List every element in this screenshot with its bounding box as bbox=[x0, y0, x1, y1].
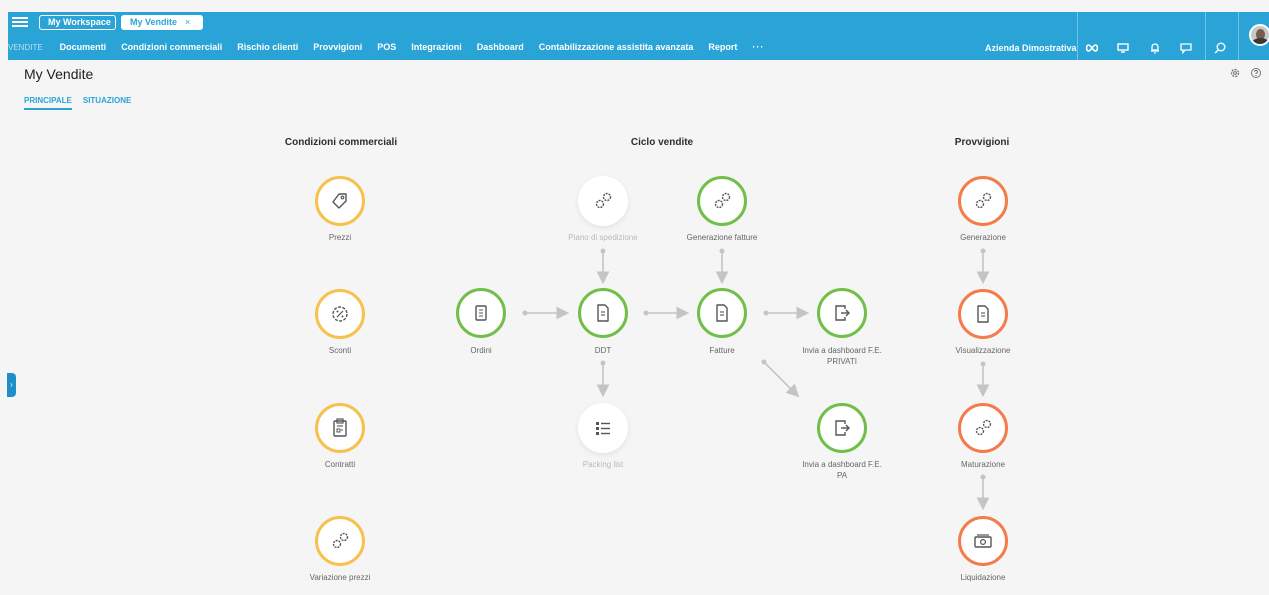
node-label-sconti: Sconti bbox=[328, 346, 352, 355]
gears-icon bbox=[714, 192, 731, 209]
node-packing-list[interactable] bbox=[578, 403, 628, 453]
document-icon bbox=[597, 304, 609, 322]
node-label-packing-list: Packing list bbox=[582, 460, 624, 469]
node-ddt[interactable] bbox=[578, 288, 628, 338]
node-label-line: PRIVATI bbox=[827, 357, 857, 366]
node-generazione-fatture[interactable] bbox=[697, 176, 747, 226]
export-icon bbox=[835, 305, 850, 321]
discount-badge-icon bbox=[332, 306, 348, 322]
receipt-icon bbox=[475, 305, 487, 321]
node-piano-spedizione[interactable] bbox=[578, 176, 628, 226]
clipboard-icon bbox=[333, 418, 347, 437]
node-sconti[interactable] bbox=[315, 289, 365, 339]
cash-icon bbox=[974, 534, 992, 548]
node-label-fatture: Fatture bbox=[709, 346, 735, 355]
gears-icon bbox=[595, 192, 612, 209]
node-label-prezzi: Prezzi bbox=[328, 233, 352, 242]
tag-icon bbox=[332, 193, 347, 209]
node-invia-pa[interactable] bbox=[817, 403, 867, 453]
node-label-line: PA bbox=[836, 471, 848, 480]
node-label-contratti: Contratti bbox=[324, 460, 356, 469]
node-liquidazione[interactable] bbox=[958, 516, 1008, 566]
node-label-generazione-fatture: Generazione fatture bbox=[686, 233, 758, 242]
node-visualizzazione[interactable] bbox=[958, 289, 1008, 339]
node-ordini[interactable] bbox=[456, 288, 506, 338]
node-label-line: Invia a dashboard F.E. bbox=[802, 460, 882, 469]
list-icon bbox=[596, 422, 610, 435]
node-label-invia-privati: Invia a dashboard F.E. PRIVATI bbox=[782, 345, 902, 367]
node-label-ddt: DDT bbox=[594, 346, 612, 355]
node-variazione-prezzi[interactable] bbox=[315, 516, 365, 566]
node-prezzi[interactable] bbox=[315, 176, 365, 226]
node-label-liquidazione: Liquidazione bbox=[960, 573, 1006, 582]
node-maturazione[interactable] bbox=[958, 403, 1008, 453]
export-icon bbox=[835, 420, 850, 436]
document-icon bbox=[977, 305, 989, 323]
gears-icon bbox=[332, 532, 349, 549]
app-window: My Workspace My Vendite × VENDITE Documen… bbox=[0, 0, 1269, 595]
node-label-variazione-prezzi: Variazione prezzi bbox=[309, 573, 371, 582]
node-generazione[interactable] bbox=[958, 176, 1008, 226]
node-label-maturazione: Maturazione bbox=[960, 460, 1006, 469]
flow-connectors bbox=[522, 248, 990, 511]
node-label-piano-spedizione: Piano di spedizione bbox=[568, 233, 638, 242]
document-icon bbox=[716, 304, 728, 322]
node-label-ordini: Ordini bbox=[470, 346, 492, 355]
gears-icon bbox=[975, 192, 992, 209]
node-label-invia-pa: Invia a dashboard F.E. PA bbox=[782, 459, 902, 481]
gears-icon bbox=[975, 419, 992, 436]
node-label-generazione: Generazione bbox=[960, 233, 1006, 242]
node-label-line: Invia a dashboard F.E. bbox=[802, 346, 882, 355]
node-fatture[interactable] bbox=[697, 288, 747, 338]
node-contratti[interactable] bbox=[315, 403, 365, 453]
node-invia-privati[interactable] bbox=[817, 288, 867, 338]
node-label-visualizzazione: Visualizzazione bbox=[955, 346, 1011, 355]
